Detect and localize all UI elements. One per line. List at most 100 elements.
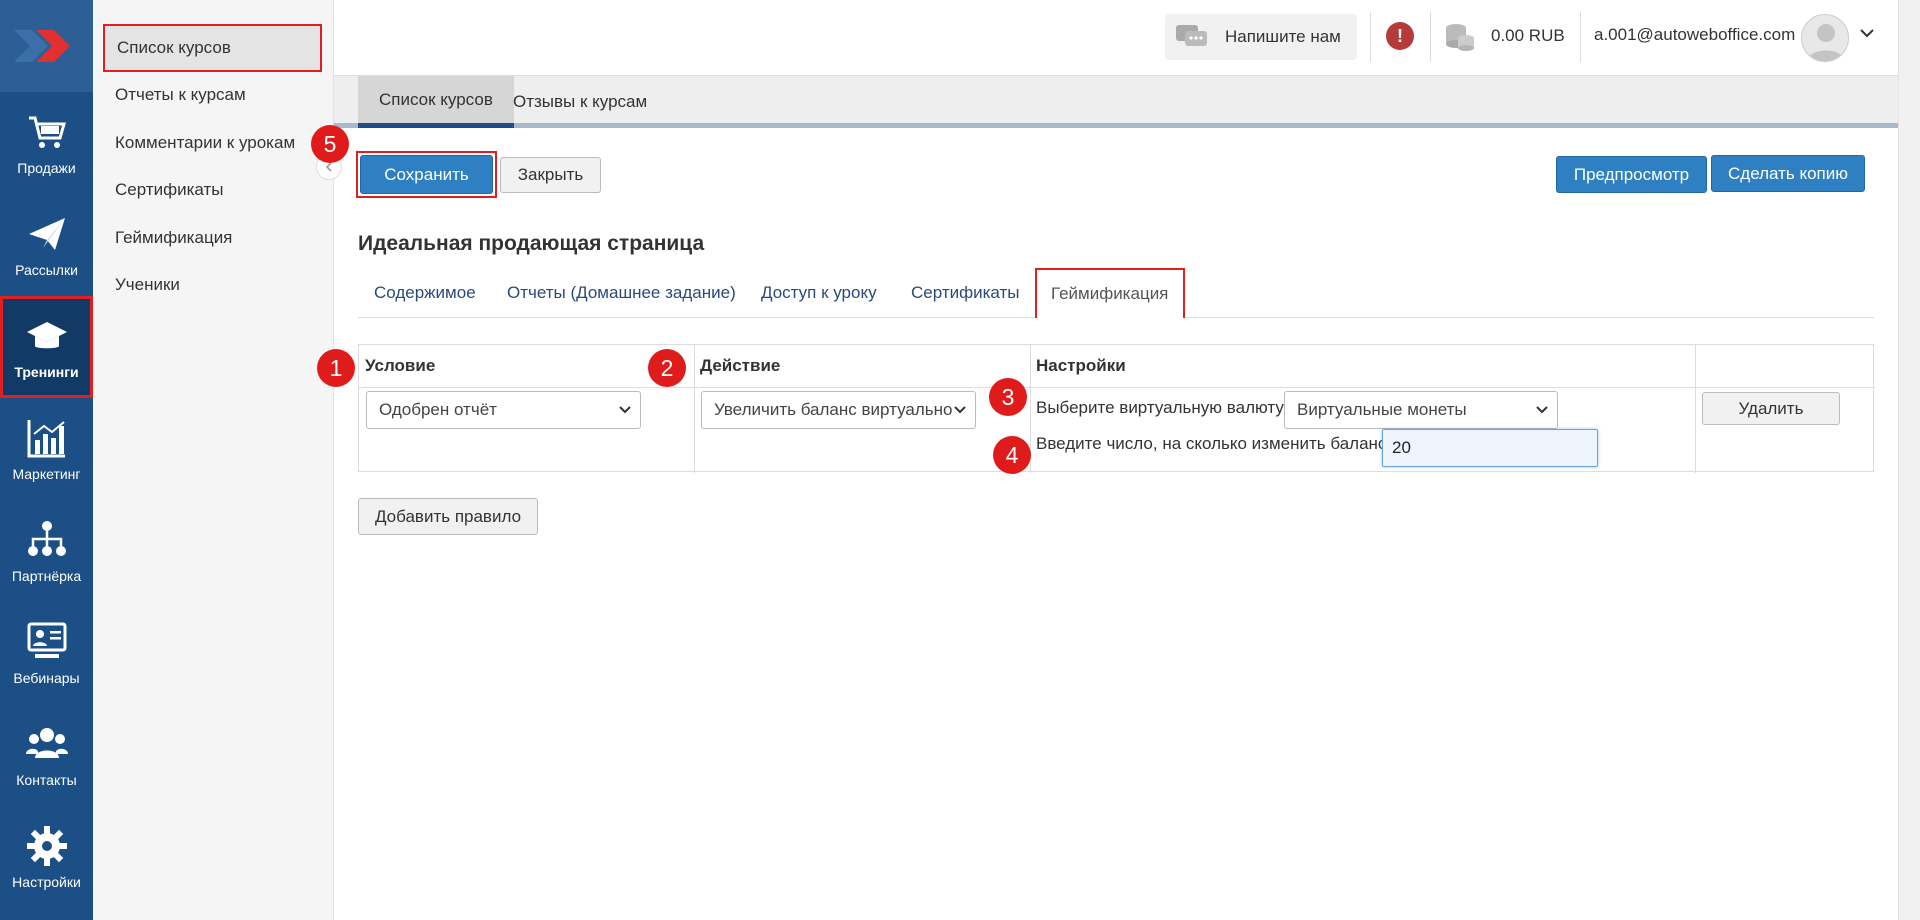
chat-icon [1176, 25, 1207, 46]
logo-icon [13, 30, 70, 62]
tab-label: Доступ к уроку [761, 283, 877, 302]
avatar[interactable] [1801, 14, 1849, 62]
rail-item-settings[interactable]: Настройки [0, 806, 93, 908]
close-button[interactable]: Закрыть [500, 157, 601, 193]
make-copy-button[interactable]: Сделать копию [1711, 155, 1865, 192]
top-bar: Напишите нам ! 0.00 RUB a.001@autoweboff… [334, 0, 1898, 76]
action-select-value: Увеличить баланс виртуально [714, 400, 953, 419]
submenu-item-course-list[interactable]: Список курсов [103, 24, 322, 72]
rail-item-label: Тренинги [14, 364, 79, 380]
add-rule-button[interactable]: Добавить правило [358, 498, 538, 535]
submenu-item-course-reports[interactable]: Отчеты к курсам [103, 71, 322, 119]
tab-lesson-access[interactable]: Доступ к уроку [761, 268, 877, 318]
divider [1580, 12, 1581, 62]
rail-item-trainings[interactable]: Тренинги [0, 296, 93, 398]
tab-content[interactable]: Содержимое [374, 268, 476, 318]
step-badge-5: 5 [311, 125, 349, 163]
amount-input[interactable]: 20 [1382, 429, 1598, 467]
rail-item-label: Продажи [17, 160, 76, 176]
tab-course-list[interactable]: Список курсов [358, 76, 514, 128]
page-scrollbar[interactable] [1898, 0, 1920, 920]
column-divider [694, 345, 695, 473]
coins-icon [1446, 24, 1474, 51]
gamification-rules-table: Условие Действие Настройки Одобрен отчёт… [358, 344, 1875, 473]
paper-plane-icon [28, 218, 65, 250]
rail-item-sales[interactable]: Продажи [0, 92, 93, 194]
save-button[interactable]: Сохранить [360, 155, 493, 194]
step-badge-3: 3 [989, 378, 1027, 416]
step-badge-2: 2 [648, 349, 686, 387]
course-tabs: Содержимое Отчеты (Домашнее задание) Дос… [358, 268, 1874, 318]
users-icon [25, 728, 68, 758]
rail-item-label: Настройки [12, 874, 81, 890]
condition-select[interactable]: Одобрен отчёт [366, 391, 641, 429]
preview-button[interactable]: Предпросмотр [1556, 156, 1707, 193]
tab-label: Геймификация [1051, 284, 1169, 303]
chevron-left-icon [325, 162, 332, 172]
column-header-condition: Условие [365, 356, 436, 375]
rail-item-label: Рассылки [15, 262, 78, 278]
write-us-button[interactable]: Напишите нам [1165, 14, 1357, 60]
tab-gamification[interactable]: Геймификация [1035, 268, 1185, 318]
page-title: Идеальная продающая страница [358, 232, 705, 255]
tab-label: Отчеты (Домашнее задание) [507, 283, 736, 302]
webinar-icon [27, 622, 66, 658]
submenu-item-certificates[interactable]: Сертификаты [103, 166, 322, 214]
tab-label: Отзывы к курсам [513, 92, 648, 111]
tab-homework-reports[interactable]: Отчеты (Домашнее задание) [507, 268, 736, 318]
rail-item-label: Маркетинг [12, 466, 81, 482]
tab-label: Сертификаты [911, 283, 1020, 302]
step-badge-4: 4 [993, 436, 1031, 474]
tab-label: Список курсов [379, 89, 493, 109]
chevron-down-icon [954, 406, 966, 414]
submenu-item-gamification[interactable]: Геймификация [103, 214, 322, 262]
header-divider [359, 387, 1875, 388]
chevron-down-icon [1536, 406, 1548, 414]
amount-input-value: 20 [1392, 438, 1411, 457]
chevron-down-icon [619, 406, 631, 414]
user-avatar-icon [1808, 24, 1844, 61]
rail-item-label: Вебинары [13, 670, 80, 686]
rail-item-label: Контакты [16, 772, 77, 788]
graduation-cap-icon [26, 322, 67, 349]
divider [1370, 12, 1371, 62]
logo[interactable] [0, 0, 93, 92]
submenu-item-label: Сертификаты [115, 180, 224, 199]
rail-item-marketing[interactable]: Маркетинг [0, 398, 93, 500]
action-select[interactable]: Увеличить баланс виртуально [701, 391, 976, 429]
step-badge-1: 1 [317, 349, 355, 387]
divider [1430, 12, 1431, 62]
submenu-item-students[interactable]: Ученики [103, 261, 322, 309]
write-us-label: Напишите нам [1225, 27, 1341, 46]
rail-item-contacts[interactable]: Контакты [0, 704, 93, 806]
column-header-action: Действие [700, 356, 781, 375]
amount-label: Введите число, на сколько изменить балан… [1036, 434, 1387, 453]
trainings-submenu: Список курсов Отчеты к курсам Комментари… [93, 0, 334, 920]
submenu-item-label: Геймификация [115, 228, 233, 247]
chart-icon [27, 420, 65, 458]
chevron-down-icon[interactable] [1858, 24, 1876, 42]
network-icon [27, 521, 66, 556]
account-balance[interactable]: 0.00 RUB [1491, 26, 1565, 46]
delete-rule-button[interactable]: Удалить [1702, 392, 1840, 425]
currency-select-value: Виртуальные монеты [1297, 400, 1467, 419]
tab-course-reviews[interactable]: Отзывы к курсам [492, 76, 668, 128]
submenu-item-label: Ученики [115, 275, 180, 294]
alert-icon[interactable]: ! [1386, 22, 1414, 50]
submenu-item-label: Комментарии к урокам [115, 133, 296, 152]
submenu-item-label: Список курсов [117, 38, 231, 57]
rail-item-webinars[interactable]: Вебинары [0, 602, 93, 704]
user-email[interactable]: a.001@autoweboffice.com [1594, 25, 1795, 45]
gear-icon [26, 826, 67, 866]
submenu-item-label: Отчеты к курсам [115, 85, 246, 104]
column-header-actions [1695, 345, 1875, 387]
condition-select-value: Одобрен отчёт [379, 400, 497, 419]
submenu-item-lesson-comments[interactable]: Комментарии к урокам [103, 119, 322, 167]
currency-select[interactable]: Виртуальные монеты [1284, 391, 1558, 429]
rail-item-partners[interactable]: Партнёрка [0, 500, 93, 602]
tab-certificates[interactable]: Сертификаты [911, 268, 1019, 318]
tab-label: Содержимое [374, 283, 476, 302]
cart-icon [28, 116, 66, 148]
currency-label: Выберите виртуальную валюту [1036, 398, 1284, 417]
rail-item-mailings[interactable]: Рассылки [0, 194, 93, 296]
